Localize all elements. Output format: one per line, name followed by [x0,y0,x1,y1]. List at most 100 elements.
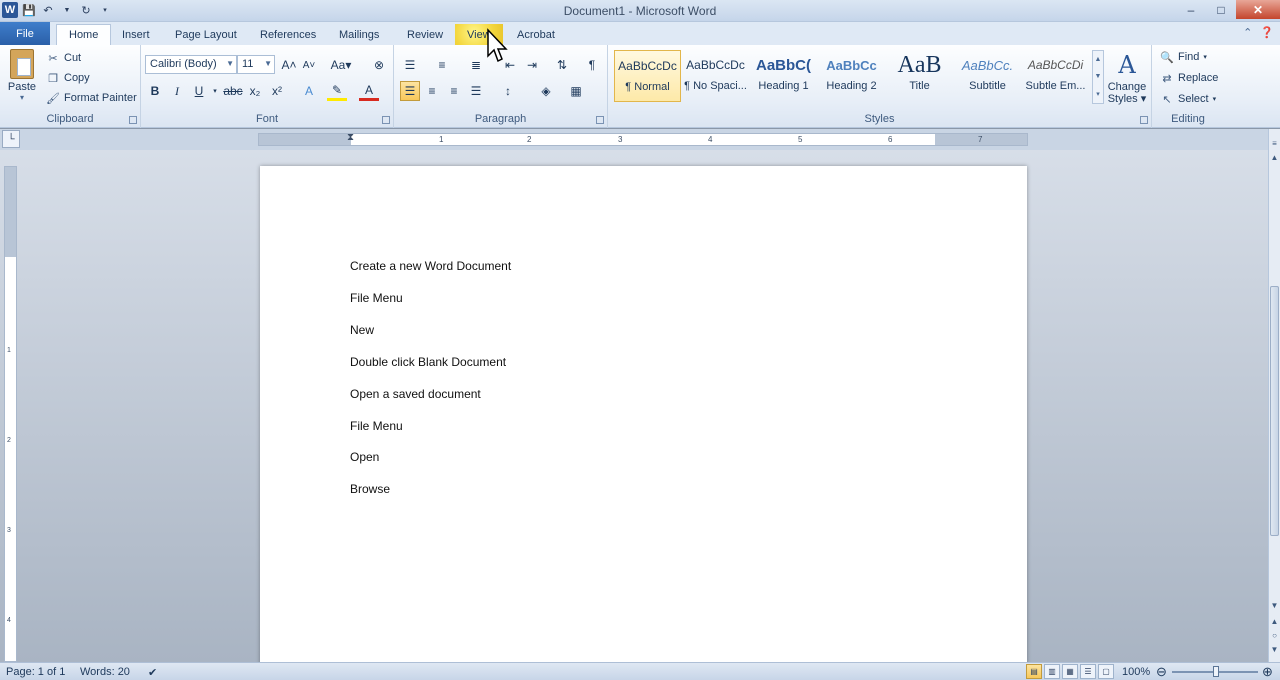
styles-dialog-launcher-icon[interactable] [1140,116,1148,124]
bullets-icon[interactable]: ☰ [400,55,420,75]
document-paragraph[interactable]: Open a saved document [350,387,481,401]
document-paragraph[interactable]: Double click Blank Document [350,355,506,369]
clipboard-dialog-launcher-icon[interactable] [129,116,137,124]
document-paragraph[interactable]: File Menu [350,419,403,433]
full-screen-reading-icon[interactable]: ▥ [1044,664,1060,679]
zoom-slider-thumb[interactable] [1213,666,1219,677]
tab-home[interactable]: Home [56,24,112,45]
print-layout-icon[interactable]: ▤ [1026,664,1042,679]
select-button[interactable]: ↖ Select ▾ [1160,92,1216,106]
chevron-up-icon[interactable]: ▲ [1095,56,1102,63]
text-effects-icon[interactable]: A [299,81,319,101]
zoom-level[interactable]: 100% [1122,666,1150,678]
multilevel-list-icon[interactable]: ≣ [466,55,486,75]
horizontal-ruler[interactable]: 1 2 3 4 5 6 7 ⧗ [258,132,1028,146]
style-heading-1[interactable]: AaBbC( Heading 1 [750,50,817,102]
document-page[interactable]: Create a new Word Document File Menu New… [260,166,1027,666]
document-paragraph[interactable]: File Menu [350,291,403,305]
highlight-color-icon[interactable]: ✎ [327,81,347,101]
scroll-up-icon[interactable]: ▲ [1269,151,1280,163]
page-count[interactable]: Page: 1 of 1 [6,666,65,678]
find-button[interactable]: 🔍 Find ▾ [1160,50,1207,64]
style-no-spacing[interactable]: AaBbCcDc ¶ No Spaci... [682,50,749,102]
font-color-icon[interactable]: A [359,81,379,101]
tab-insert[interactable]: Insert [110,24,162,45]
underline-dropdown-icon[interactable]: ▾ [205,81,225,101]
proofing-icon[interactable]: ✔ [148,666,157,679]
previous-page-icon[interactable]: ▲ [1269,615,1280,627]
paste-dropdown-icon[interactable]: ▾ [6,93,38,102]
minimize-ribbon-icon[interactable]: ⌃ [1243,26,1252,39]
justify-icon[interactable]: ☰ [466,81,486,101]
format-painter-button[interactable]: 🖌 Format Painter [46,91,137,105]
style-title[interactable]: AaB Title [886,50,953,102]
align-left-icon[interactable]: ☰ [400,81,420,101]
vertical-ruler[interactable]: 1 2 3 4 [4,166,17,662]
maximize-icon[interactable]: □ [1206,0,1236,19]
superscript-icon[interactable]: x² [267,81,287,101]
tab-file[interactable]: File [0,22,50,45]
align-right-icon[interactable]: ≡ [444,81,464,101]
web-layout-icon[interactable]: ▦ [1062,664,1078,679]
ruler-toggle-icon[interactable]: ≡ [1269,137,1280,149]
close-icon[interactable]: ✕ [1236,0,1280,19]
chevron-down-icon: ▼ [264,59,272,68]
grow-font-icon[interactable]: A˄ [279,55,299,75]
font-group: Calibri (Body) ▼ 11 ▼ A˄ A˅ Aa▾ ⊗ B I U … [141,45,394,128]
line-spacing-icon[interactable]: ↕ [498,81,518,101]
copy-button[interactable]: ❐ Copy [46,71,90,85]
style-subtle-emphasis[interactable]: AaBbCcDi Subtle Em... [1022,50,1089,102]
document-paragraph[interactable]: Create a new Word Document [350,259,511,273]
document-paragraph[interactable]: Open [350,450,379,464]
shading-icon[interactable]: ◈ [536,81,556,101]
document-paragraph[interactable]: New [350,323,374,337]
styles-gallery-scroll[interactable]: ▲ ▼ ▾ [1092,50,1104,104]
tab-references[interactable]: References [248,24,328,45]
change-styles-button[interactable]: A Change Styles ▾ [1106,49,1148,105]
show-formatting-marks-icon[interactable]: ¶ [582,55,602,75]
indent-marker-icon[interactable]: ⧗ [347,132,354,143]
italic-icon[interactable]: I [167,81,187,101]
scroll-thumb[interactable] [1270,286,1279,536]
borders-icon[interactable]: ▦ [566,81,586,101]
align-center-icon[interactable]: ≡ [422,81,442,101]
cut-button[interactable]: ✂ Cut [46,51,81,65]
bold-icon[interactable]: B [145,81,165,101]
font-dialog-launcher-icon[interactable] [382,116,390,124]
style-subtitle[interactable]: AaBbCc. Subtitle [954,50,1021,102]
outline-icon[interactable]: ☰ [1080,664,1096,679]
style-heading-2[interactable]: AaBbCc Heading 2 [818,50,885,102]
paste-button[interactable]: Paste ▾ [6,49,38,102]
replace-button[interactable]: ⇄ Replace [1160,71,1218,85]
clear-formatting-icon[interactable]: ⊗ [369,55,389,75]
word-count[interactable]: Words: 20 [80,666,130,678]
style-normal[interactable]: AaBbCcDc ¶ Normal [614,50,681,102]
minimize-icon[interactable]: – [1176,0,1206,19]
tab-page-layout[interactable]: Page Layout [163,24,249,45]
draft-icon[interactable]: ▢ [1098,664,1114,679]
document-paragraph[interactable]: Browse [350,482,390,496]
more-icon[interactable]: ▾ [1096,90,1100,98]
font-family-select[interactable]: Calibri (Body) ▼ [145,55,237,74]
numbering-icon[interactable]: ≡ [432,55,452,75]
browse-object-icon[interactable]: ○ [1269,629,1280,641]
tab-review[interactable]: Review [395,24,455,45]
scroll-down-icon[interactable]: ▼ [1269,599,1280,611]
chevron-down-icon[interactable]: ▼ [1095,73,1102,80]
paragraph-dialog-launcher-icon[interactable] [596,116,604,124]
zoom-in-icon[interactable]: ⊕ [1262,664,1273,680]
increase-indent-icon[interactable]: ⇥ [522,55,542,75]
vertical-scrollbar[interactable]: ≡ ▲ ▼ ▲ ○ ▼ [1268,129,1280,662]
next-page-icon[interactable]: ▼ [1269,643,1280,655]
subscript-icon[interactable]: x₂ [245,81,265,101]
shrink-font-icon[interactable]: A˅ [299,55,319,75]
tab-selector-icon[interactable]: └ [2,130,20,148]
change-case-icon[interactable]: Aa▾ [331,55,352,75]
tab-acrobat[interactable]: Acrobat [505,24,567,45]
font-size-select[interactable]: 11 ▼ [237,55,275,74]
strikethrough-icon[interactable]: abc [223,81,243,101]
help-icon[interactable]: ❓ [1260,26,1274,39]
tab-mailings[interactable]: Mailings [327,24,391,45]
sort-icon[interactable]: ⇅ [552,55,572,75]
zoom-out-icon[interactable]: ⊖ [1156,664,1167,680]
